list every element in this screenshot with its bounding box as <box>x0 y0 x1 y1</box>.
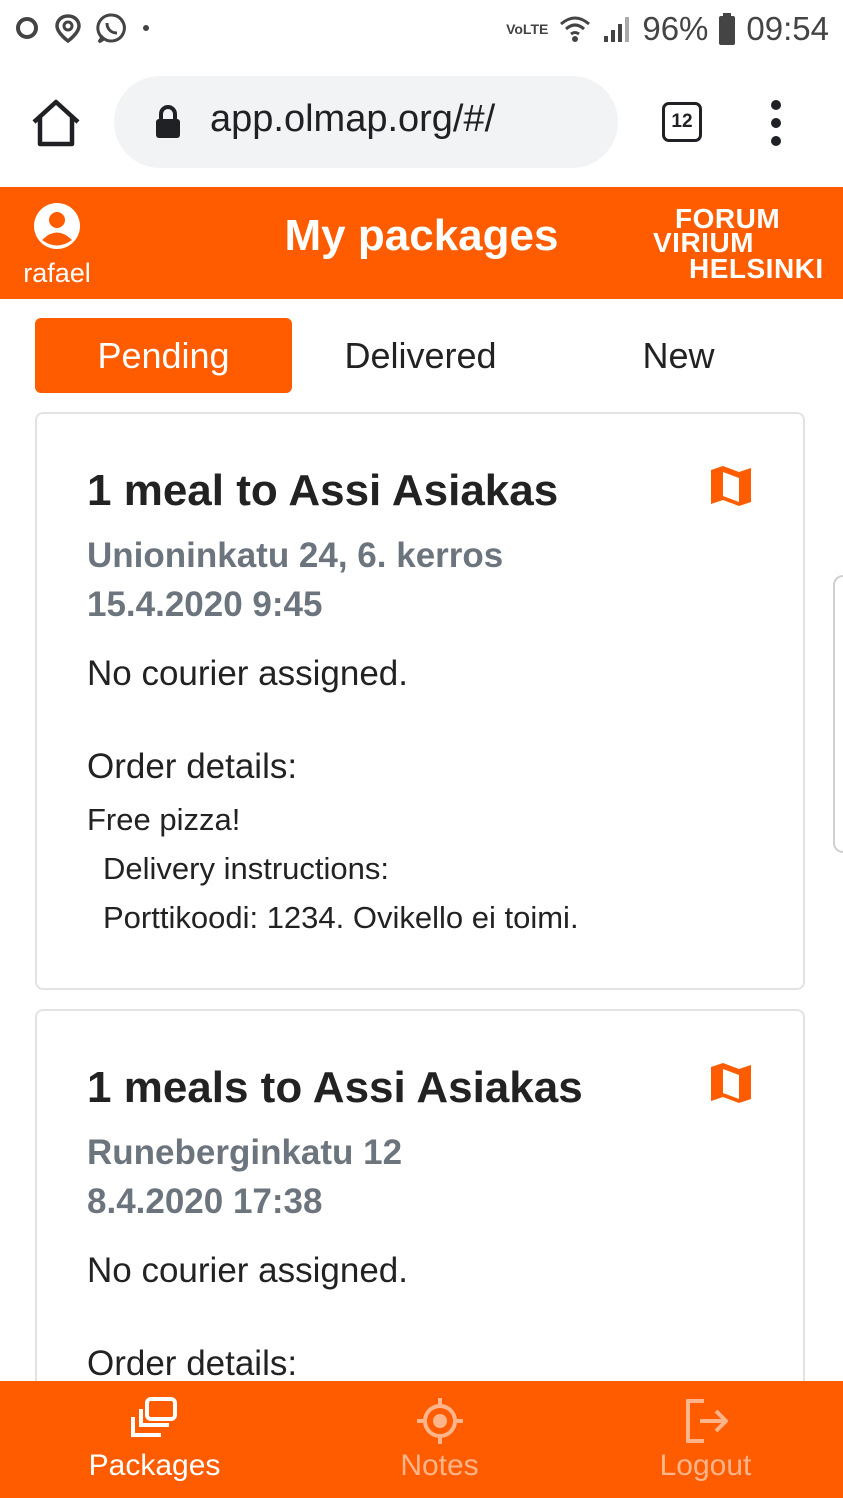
courier-status: No courier assigned. <box>87 654 408 693</box>
nav-notes-label: Notes <box>400 1449 479 1482</box>
status-bar: VoLTE 96% 09:54 <box>0 0 843 62</box>
home-button[interactable] <box>28 98 84 148</box>
tab-switcher-button[interactable]: 12 <box>662 102 702 142</box>
target-icon <box>416 1398 463 1444</box>
nav-logout-label: Logout <box>659 1449 752 1482</box>
clock: 09:54 <box>746 10 829 47</box>
wifi-icon <box>560 16 591 42</box>
package-date: 8.4.2020 17:38 <box>87 1182 323 1221</box>
order-item: Free pizza! <box>87 802 241 837</box>
package-card[interactable]: 1 meal to Assi Asiakas Unioninkatu 24, 6… <box>35 412 805 990</box>
map-icon[interactable] <box>709 464 753 508</box>
nav-packages-label: Packages <box>88 1449 221 1482</box>
tab-pending[interactable]: Pending <box>35 318 292 393</box>
package-address: Unioninkatu 24, 6. kerros <box>87 536 504 575</box>
logout-icon <box>685 1399 728 1443</box>
package-address: Runeberginkatu 12 <box>87 1133 403 1172</box>
bottom-nav: Packages Notes Logout <box>0 1381 843 1498</box>
menu-dot <box>771 118 781 128</box>
tab-new[interactable]: New <box>550 318 807 393</box>
volte-label: VoLTE <box>506 21 549 37</box>
url-text: app.olmap.org/#/ <box>210 98 496 140</box>
package-title: 1 meals to Assi Asiakas <box>87 1063 583 1112</box>
package-title: 1 meal to Assi Asiakas <box>87 466 559 515</box>
delivery-instructions-label: Delivery instructions: <box>103 851 389 886</box>
home-icon <box>32 99 80 147</box>
order-details-label: Order details: <box>87 747 298 786</box>
menu-dot <box>771 136 781 146</box>
dot-icon <box>143 25 149 31</box>
nav-logout[interactable]: Logout <box>565 1381 843 1498</box>
lock-icon <box>156 105 180 138</box>
address-bar[interactable]: app.olmap.org/#/ <box>114 76 618 168</box>
more-menu-button[interactable] <box>768 100 784 146</box>
status-tabs: Pending Delivered New <box>35 318 807 393</box>
battery-percent: 96% <box>642 10 709 47</box>
side-panel-handle[interactable] <box>833 575 843 853</box>
packages-icon <box>130 1397 177 1437</box>
status-indicators: VoLTE 96% 09:54 <box>506 10 829 48</box>
circle-notification-icon <box>16 17 38 39</box>
user-name: rafael <box>23 258 91 288</box>
status-notifications <box>14 12 150 44</box>
nav-packages[interactable]: Packages <box>14 1381 295 1498</box>
whatsapp-icon <box>96 13 126 44</box>
nav-notes[interactable]: Notes <box>299 1381 580 1498</box>
logo-line-2: VIRIUM <box>653 227 754 258</box>
courier-status: No courier assigned. <box>87 1251 408 1290</box>
tab-delivered[interactable]: Delivered <box>292 318 549 393</box>
logo-line-3: HELSINKI <box>689 253 824 284</box>
package-date: 15.4.2020 9:45 <box>87 585 323 624</box>
package-card[interactable]: 1 meals to Assi Asiakas Runeberginkatu 1… <box>35 1009 805 1429</box>
forum-virium-logo: FORUM VIRIUM HELSINKI <box>653 203 823 283</box>
order-details-label: Order details: <box>87 1344 298 1383</box>
app-header: rafael My packages FORUM VIRIUM HELSINKI <box>0 187 843 299</box>
map-icon[interactable] <box>709 1061 753 1105</box>
location-pin-icon <box>55 14 81 43</box>
delivery-instructions: Porttikoodi: 1234. Ovikello ei toimi. <box>103 900 579 935</box>
browser-toolbar: app.olmap.org/#/ 12 <box>0 62 843 187</box>
menu-dot <box>771 100 781 110</box>
battery-icon <box>719 13 736 45</box>
signal-icon <box>604 17 630 42</box>
